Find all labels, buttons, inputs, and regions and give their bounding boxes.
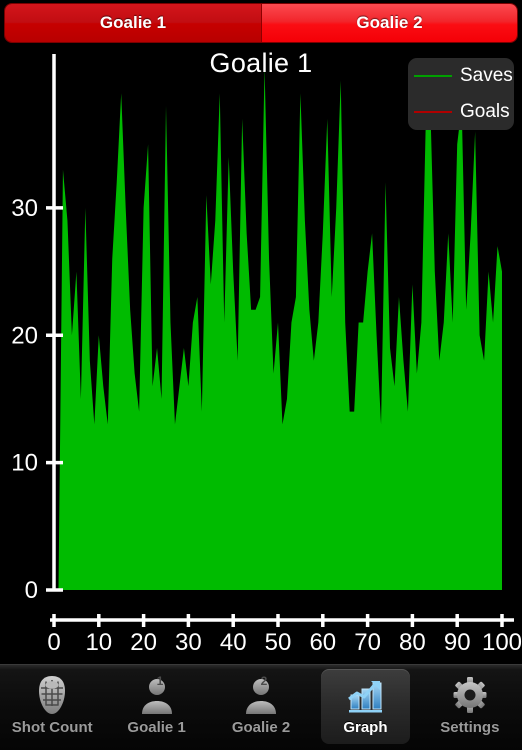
tab-settings[interactable]: Settings bbox=[418, 665, 522, 750]
svg-text:100: 100 bbox=[482, 629, 522, 656]
legend-swatch-goals-icon bbox=[414, 111, 452, 113]
svg-text:80: 80 bbox=[399, 629, 426, 656]
tab-goalie-1-label: Goalie 1 bbox=[127, 719, 186, 736]
chart-series-saves bbox=[58, 67, 502, 591]
svg-text:20: 20 bbox=[130, 629, 157, 656]
svg-text:40: 40 bbox=[220, 629, 247, 656]
tab-graph[interactable]: Graph bbox=[313, 665, 417, 750]
gear-icon bbox=[446, 673, 494, 717]
tab-shot-count[interactable]: Shot Count bbox=[0, 665, 104, 750]
svg-text:70: 70 bbox=[354, 629, 381, 656]
person-2-icon: 2 bbox=[237, 673, 285, 717]
legend-swatch-saves-icon bbox=[414, 75, 452, 77]
stacked-area-chart: 0 10 20 30 0 10 20 30 40 50 60 70 80 90 100 bbox=[11, 54, 522, 656]
svg-text:30: 30 bbox=[11, 195, 38, 222]
segment-goalie-1-label: Goalie 1 bbox=[99, 13, 167, 32]
segment-goalie-2-label: Goalie 2 bbox=[356, 13, 423, 32]
legend-item-saves: Saves bbox=[408, 58, 514, 94]
tab-goalie-2[interactable]: 2 Goalie 2 bbox=[209, 665, 313, 750]
tab-goalie-2-label: Goalie 2 bbox=[231, 719, 291, 736]
person-1-icon: 1 bbox=[133, 673, 181, 717]
tab-settings-label: Settings bbox=[440, 719, 500, 736]
app-root: Goalie 1 Goalie 2 0 10 20 30 0 10 20 30 40 50 60 70… bbox=[0, 0, 522, 750]
chart-legend: Saves Goals bbox=[408, 58, 514, 130]
tab-graph-label: Graph bbox=[343, 719, 388, 736]
chart-panel: 0 10 20 30 0 10 20 30 40 50 60 70 80 90 100 Goalie 1 S… bbox=[0, 44, 522, 664]
svg-text:10: 10 bbox=[11, 450, 38, 477]
segment-goalie-1[interactable]: Goalie 1 bbox=[5, 4, 261, 42]
svg-text:60: 60 bbox=[309, 629, 336, 656]
svg-text:10: 10 bbox=[85, 629, 112, 656]
svg-text:90: 90 bbox=[444, 629, 471, 656]
bar-chart-icon bbox=[341, 673, 389, 717]
goalie-mask-icon bbox=[28, 673, 76, 717]
tab-goalie-1[interactable]: 1 Goalie 1 bbox=[104, 665, 208, 750]
svg-text:2: 2 bbox=[261, 674, 268, 688]
svg-text:1: 1 bbox=[156, 674, 163, 688]
svg-text:0: 0 bbox=[25, 577, 38, 604]
legend-item-goals: Goals bbox=[408, 94, 514, 130]
tab-shot-count-label: Shot Count bbox=[11, 719, 93, 736]
segment-goalie-2[interactable]: Goalie 2 bbox=[261, 4, 517, 42]
svg-text:20: 20 bbox=[11, 322, 38, 349]
legend-label-saves: Saves bbox=[460, 65, 513, 86]
goalie-segmented-control[interactable]: Goalie 1 Goalie 2 bbox=[4, 3, 518, 43]
svg-text:0: 0 bbox=[47, 629, 60, 656]
legend-label-goals: Goals bbox=[460, 101, 510, 122]
svg-text:30: 30 bbox=[175, 629, 202, 656]
svg-text:50: 50 bbox=[265, 629, 292, 656]
tab-bar: Shot Count 1 Goalie 1 2 Goalie 2 Graph S… bbox=[0, 664, 522, 750]
